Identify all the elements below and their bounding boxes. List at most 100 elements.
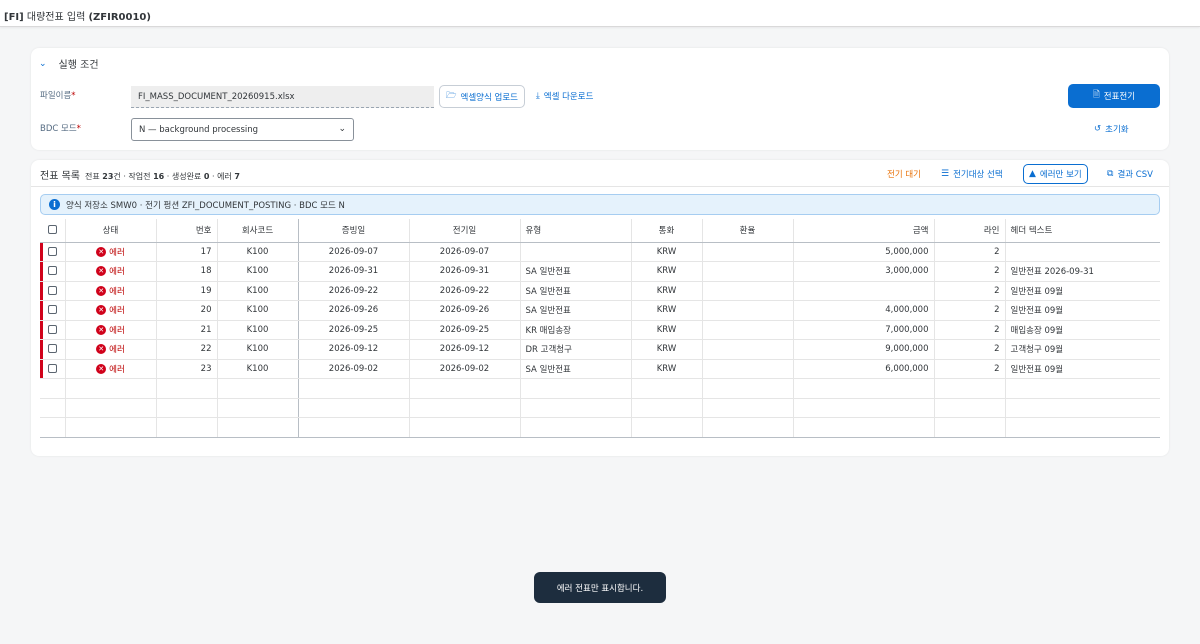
chevron-down-icon[interactable]: ⌄ — [39, 59, 47, 69]
bdc-mode-select[interactable]: N — background processing ⌄ — [131, 118, 354, 141]
row-checkbox[interactable] — [40, 261, 66, 282]
table-row[interactable]: ✕ 에러 18 K100 2026-09-31 2026-09-31 SA 일반전표 KRW 3… — [40, 261, 1160, 282]
select-all-checkbox[interactable] — [40, 219, 66, 243]
conditions-title: 실행 조건 — [58, 60, 99, 71]
column-header[interactable]: 번호 — [156, 219, 218, 243]
cell-amount: 4,000,000 — [793, 300, 935, 321]
errors-only-button[interactable]: ▲ 에러만 보기 — [1023, 164, 1088, 184]
cell-header-text: 일반전표 09월 — [1005, 281, 1160, 301]
cell-lines: 2 — [934, 261, 1006, 282]
cell-no: 22 — [156, 339, 218, 360]
app-header: [FI] 대량전표 입력 (ZFIR0010) — [0, 0, 1200, 27]
pending-posting-filter[interactable]: 전기 대기 — [887, 168, 921, 180]
row-checkbox[interactable] — [40, 359, 66, 379]
empty-row — [40, 417, 1160, 438]
cell-doc-date: 2026-09-12 — [298, 339, 410, 360]
cell-type: KR 매입송장 — [520, 320, 632, 340]
column-header[interactable]: 전기일 — [409, 219, 521, 243]
cell-doc-date: 2026-09-07 — [298, 242, 410, 262]
column-header[interactable]: 헤더 텍스트 — [1005, 219, 1160, 243]
column-header[interactable]: 유형 — [520, 219, 632, 243]
column-header[interactable]: 증빙일 — [298, 219, 410, 243]
column-header[interactable]: 환율 — [702, 219, 794, 243]
cell-currency: KRW — [631, 242, 703, 262]
cell-currency: KRW — [631, 300, 703, 321]
status-cell: ✕ 에러 — [65, 320, 157, 340]
excel-upload-button[interactable]: 🗁 엑셀양식 업로드 — [439, 85, 525, 108]
cell-header-text: 일반전표 09월 — [1005, 300, 1160, 321]
column-header[interactable]: 통화 — [631, 219, 703, 243]
excel-download-label: 엑셀 다운로드 — [543, 92, 594, 102]
result-csv-button[interactable]: ⧉ 결과 CSV — [1107, 168, 1153, 180]
cell-amount: 5,000,000 — [793, 242, 935, 262]
cell-doc-date: 2026-09-31 — [298, 261, 410, 282]
error-icon: ✕ — [96, 246, 107, 257]
status-cell: ✕ 에러 — [65, 359, 157, 379]
cell-currency: KRW — [631, 359, 703, 379]
row-checkbox[interactable] — [40, 281, 66, 301]
row-checkbox[interactable] — [40, 320, 66, 340]
column-header[interactable]: 금액 — [793, 219, 935, 243]
table-row[interactable]: ✕ 에러 22 K100 2026-09-12 2026-09-12 DR 고객청구 KRW 9… — [40, 339, 1160, 360]
conditions-header[interactable]: ⌄ 실행 조건 — [39, 56, 99, 72]
file-name-field[interactable]: FI_MASS_DOCUMENT_20260915.xlsx — [131, 86, 434, 108]
column-header[interactable]: 상태 — [65, 219, 157, 243]
conditions-panel: ⌄ 실행 조건 파일이름* FI_MASS_DOCUMENT_20260915.… — [31, 48, 1169, 150]
excel-download-button[interactable]: ⤓ 엑셀 다운로드 — [536, 90, 593, 102]
table-row[interactable]: ✕ 에러 17 K100 2026-09-07 2026-09-07 KRW 5,000,00… — [40, 242, 1160, 262]
app-tcode: (ZFIR0010) — [88, 12, 151, 23]
cell-no: 19 — [156, 281, 218, 301]
cell-header-text: 일반전표 2026-09-31 — [1005, 261, 1160, 282]
cell-company: K100 — [217, 242, 299, 262]
app-code: [FI] — [4, 12, 24, 23]
cell-company: K100 — [217, 300, 299, 321]
cell-amount: 3,000,000 — [793, 261, 935, 282]
row-checkbox[interactable] — [40, 242, 66, 262]
cell-rate — [702, 320, 794, 340]
row-checkbox[interactable] — [40, 300, 66, 321]
cell-header-text — [1005, 242, 1160, 262]
cell-header-text: 매입송장 09월 — [1005, 320, 1160, 340]
cell-lines: 2 — [934, 320, 1006, 340]
warning-icon: ▲ — [1029, 169, 1036, 179]
list-header: 전표 목록 전표 23건 · 작업전 16 · 생성완료 0 · 에러 7 — [40, 167, 240, 182]
cell-company: K100 — [217, 261, 299, 282]
cell-amount: 6,000,000 — [793, 359, 935, 379]
file-name-label: 파일이름* — [40, 91, 76, 101]
list-title: 전표 목록 — [40, 171, 80, 182]
status-text: 에러 — [109, 364, 125, 375]
cell-header-text: 고객청구 09월 — [1005, 339, 1160, 360]
cell-doc-date: 2026-09-26 — [298, 300, 410, 321]
table-row[interactable]: ✕ 에러 23 K100 2026-09-02 2026-09-02 SA 일반전표 KRW 6… — [40, 359, 1160, 379]
cell-company: K100 — [217, 320, 299, 340]
info-banner: i 양식 저장소 SMW0 · 전기 펑션 ZFI_DOCUMENT_POSTI… — [40, 194, 1160, 215]
folder-icon: 🗁 — [446, 90, 457, 101]
document-table: 상태 번호 회사코드 증빙일 전기일 유형 통화 환율 금액 라인 헤더 텍스트… — [40, 219, 1160, 438]
cell-post-date: 2026-09-25 — [409, 320, 521, 340]
column-header[interactable]: 회사코드 — [217, 219, 299, 243]
divider — [31, 186, 1169, 187]
bdc-mode-value: N — background processing — [139, 125, 259, 135]
cell-company: K100 — [217, 339, 299, 360]
column-header[interactable]: 라인 — [934, 219, 1006, 243]
select-posting-targets-button[interactable]: ☰ 전기대상 선택 — [941, 168, 1003, 180]
list-select-icon: ☰ — [941, 169, 950, 179]
post-documents-button[interactable]: 🗎 전표전기 — [1068, 84, 1160, 108]
toast-message: 에러 전표만 표시합니다. — [534, 572, 666, 603]
table-row[interactable]: ✕ 에러 19 K100 2026-09-22 2026-09-22 SA 일반전표 KRW 2… — [40, 281, 1160, 301]
excel-upload-label: 엑셀양식 업로드 — [460, 92, 518, 103]
error-icon: ✕ — [96, 266, 107, 277]
cell-lines: 2 — [934, 242, 1006, 262]
cell-post-date: 2026-09-02 — [409, 359, 521, 379]
status-cell: ✕ 에러 — [65, 281, 157, 301]
table-row[interactable]: ✕ 에러 20 K100 2026-09-26 2026-09-26 SA 일반전표 KRW 4… — [40, 300, 1160, 321]
table-row[interactable]: ✕ 에러 21 K100 2026-09-25 2026-09-25 KR 매입송장 KRW 7… — [40, 320, 1160, 340]
document-post-icon: 🗎 — [1092, 90, 1100, 100]
cell-rate — [702, 339, 794, 360]
reset-button[interactable]: ↺ 초기화 — [1094, 123, 1129, 135]
cell-no: 18 — [156, 261, 218, 282]
list-summary: 전표 23건 · 작업전 16 · 생성완료 0 · 에러 7 — [84, 172, 240, 181]
row-checkbox[interactable] — [40, 339, 66, 360]
cell-rate — [702, 359, 794, 379]
cell-no: 23 — [156, 359, 218, 379]
